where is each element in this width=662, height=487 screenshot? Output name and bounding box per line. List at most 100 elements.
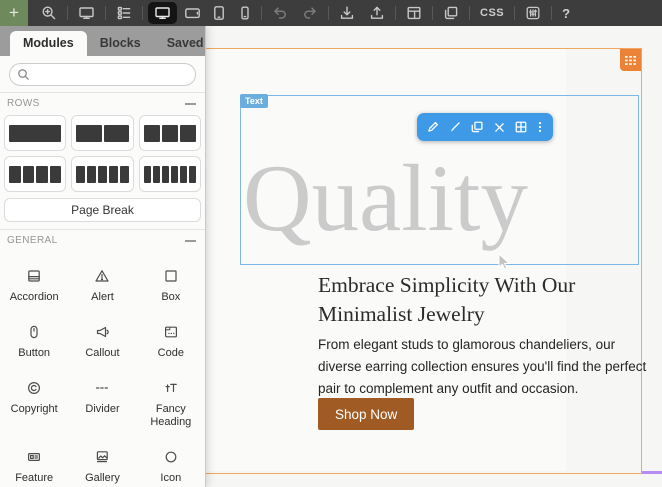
toolbar-separator (551, 6, 553, 20)
mouse-cursor (498, 254, 511, 270)
device-mobile-icon (241, 6, 249, 20)
preview-button[interactable] (71, 0, 102, 26)
modules-sidebar: Modules Blocks Saved ROWS Page Break GEN… (0, 26, 206, 487)
device-tablet-portrait-button[interactable] (206, 0, 232, 26)
module-label: Box (161, 291, 181, 303)
element-type-badge: Text (240, 94, 268, 108)
grid-layout-button[interactable] (511, 113, 531, 141)
row-layout-5col[interactable] (71, 156, 134, 192)
module-label: Fancy Heading (150, 402, 192, 429)
add-button[interactable]: + (0, 0, 28, 26)
module-alert[interactable]: Alert (68, 259, 136, 315)
help-button[interactable]: ? (555, 0, 577, 26)
shop-now-button[interactable]: Shop Now (318, 398, 415, 430)
page-break-button[interactable]: Page Break (4, 198, 201, 222)
toolbar-separator (395, 6, 396, 20)
alert-icon (95, 270, 110, 282)
collapse-rows-icon[interactable] (185, 102, 196, 105)
row-layout-6col[interactable] (138, 156, 201, 192)
plus-icon: + (9, 3, 19, 22)
row-layout-4col[interactable] (4, 156, 67, 192)
grid-icon (515, 121, 527, 133)
module-label: Icon (160, 472, 182, 484)
row-drag-handle[interactable] (620, 49, 641, 71)
row-layouts-grid (0, 112, 205, 192)
layout-table-icon (407, 6, 421, 20)
zoom-button[interactable] (34, 0, 64, 26)
module-box[interactable]: Box (137, 259, 205, 315)
row-layout-3col[interactable] (138, 115, 201, 151)
display-text: Quality (243, 145, 528, 251)
import-button[interactable] (332, 0, 362, 26)
module-copyright[interactable]: Copyright (0, 371, 68, 441)
adjacent-element-outline (642, 471, 662, 474)
module-icon[interactable]: Icon (137, 440, 205, 487)
email-paragraph[interactable]: From elegant studs to glamorous chandeli… (318, 334, 659, 400)
box-icon (165, 270, 177, 282)
device-tablet-landscape-button[interactable] (179, 0, 206, 26)
drag-grid-icon (625, 55, 636, 65)
module-label: Alert (91, 291, 114, 303)
structure-outline-button[interactable] (109, 0, 139, 26)
toolbar-separator (67, 6, 68, 20)
redo-button[interactable] (295, 0, 325, 26)
collapse-general-icon[interactable] (185, 239, 196, 242)
search-input[interactable] (9, 63, 196, 86)
duplicate-button[interactable] (467, 113, 487, 141)
export-icon (370, 6, 384, 19)
more-options-button[interactable] (533, 113, 547, 141)
module-label: Gallery (85, 472, 120, 484)
outline-structure-icon (117, 6, 131, 20)
module-label: Feature (15, 472, 54, 484)
fancy-heading-icon (165, 383, 177, 392)
css-button[interactable]: CSS (473, 0, 511, 26)
code-icon (164, 326, 177, 338)
module-fancy-heading[interactable]: Fancy Heading (137, 371, 205, 441)
element-toolbar (417, 113, 553, 141)
module-label: Code (157, 346, 184, 359)
module-button[interactable]: Button (0, 315, 68, 371)
general-section-header: GENERAL (0, 230, 205, 249)
export-button[interactable] (362, 0, 392, 26)
module-divider[interactable]: Divider (68, 371, 136, 441)
layout-button[interactable] (399, 0, 429, 26)
delete-button[interactable] (489, 113, 509, 141)
import-icon (340, 6, 354, 19)
module-gallery[interactable]: Gallery (68, 440, 136, 487)
email-heading[interactable]: Embrace Simplicity With Our Minimalist J… (318, 271, 638, 329)
tab-saved[interactable]: Saved (154, 31, 205, 56)
undo-button[interactable] (265, 0, 295, 26)
tab-modules[interactable]: Modules (10, 31, 87, 56)
module-label: Divider (85, 402, 120, 415)
duplicate-icon (471, 121, 483, 133)
module-feature[interactable]: Feature (0, 440, 68, 487)
row-layout-2col[interactable] (71, 115, 134, 151)
module-label: Callout (85, 346, 120, 359)
settings-button[interactable] (518, 0, 548, 26)
row-layout-1col[interactable] (4, 115, 67, 151)
modules-grid: Accordion Alert Box Button Callout Code (0, 249, 205, 487)
pages-copy-icon (444, 6, 458, 20)
module-callout[interactable]: Callout (68, 315, 136, 371)
module-code[interactable]: Code (137, 315, 205, 371)
toolbar-separator (142, 6, 143, 20)
general-section-title: GENERAL (7, 235, 58, 246)
toolbar-separator (328, 6, 329, 20)
icon-circle-icon (165, 451, 177, 463)
app-window: + CSS ? Quality Text Embrace Simplicity … (0, 0, 662, 487)
module-accordion[interactable]: Accordion (0, 259, 68, 315)
module-label: Button (18, 346, 51, 359)
delete-x-icon (494, 122, 504, 132)
style-brush-button[interactable] (445, 113, 465, 141)
edit-button[interactable] (423, 113, 443, 141)
device-desktop-button[interactable] (148, 2, 177, 24)
device-tablet-portrait-icon (214, 6, 224, 20)
rows-section-title: ROWS (7, 98, 40, 109)
help-label: ? (562, 5, 571, 21)
device-mobile-button[interactable] (232, 0, 258, 26)
toolbar-separator (514, 6, 516, 20)
device-desktop-icon (155, 7, 170, 20)
pages-button[interactable] (436, 0, 466, 26)
tab-blocks[interactable]: Blocks (87, 31, 154, 56)
rows-section-header: ROWS (0, 93, 205, 112)
